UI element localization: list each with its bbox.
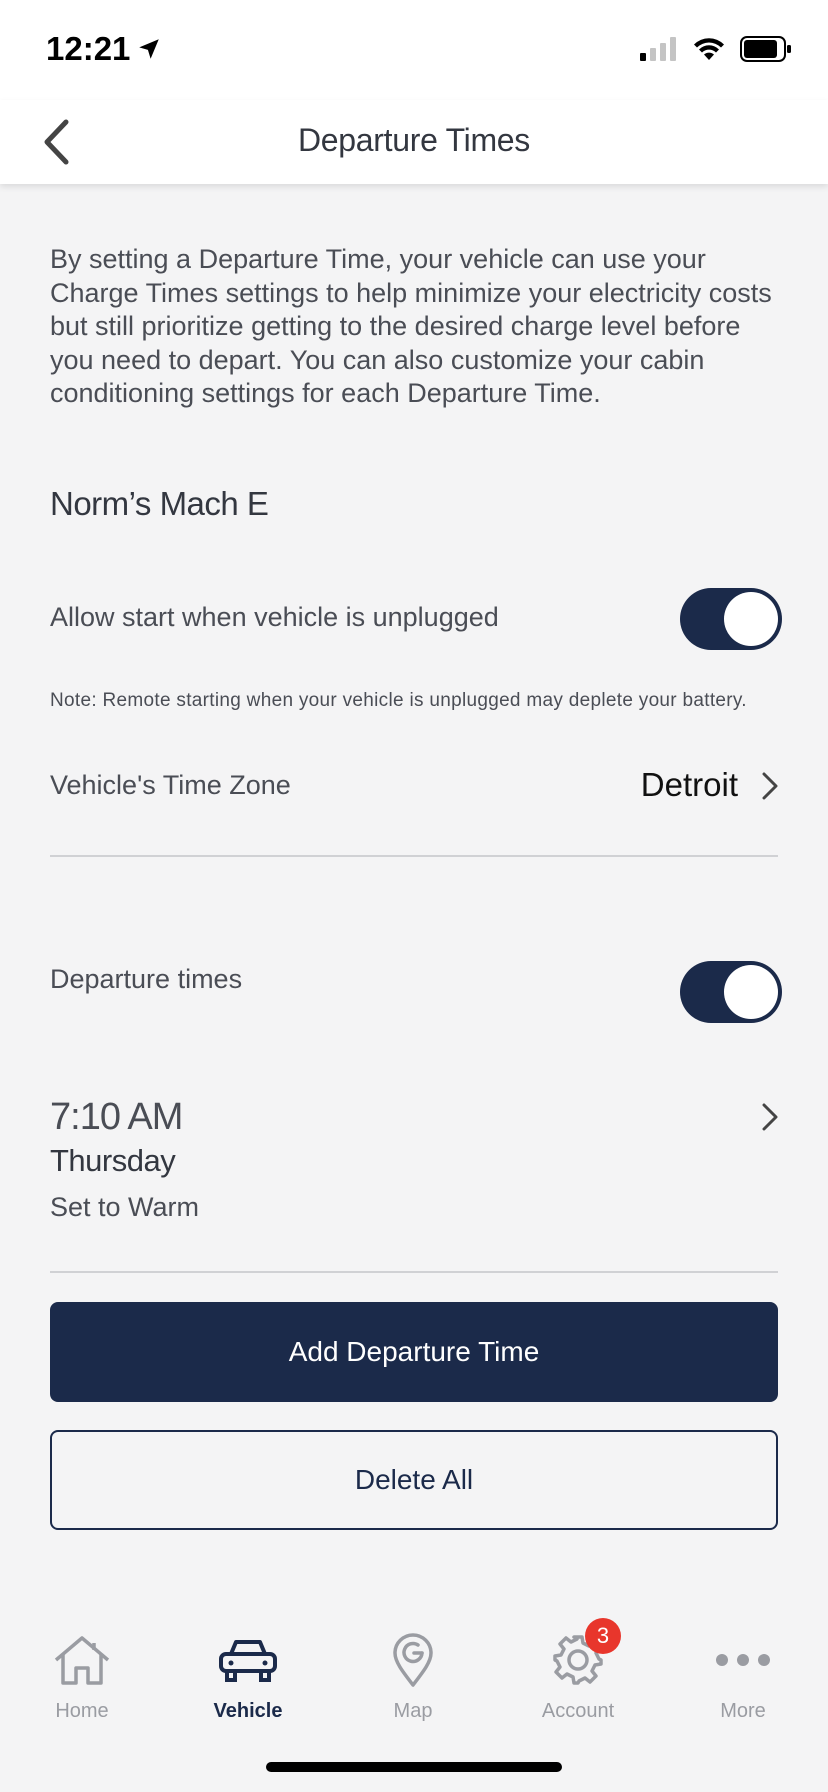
wifi-icon (694, 38, 724, 60)
time-zone-value: Detroit (640, 766, 738, 803)
map-pin-icon (378, 1630, 448, 1690)
chevron-right-icon (762, 1103, 778, 1131)
car-icon (213, 1630, 283, 1690)
departure-mode: Set to Warm (50, 1192, 200, 1222)
departure-day: Thursday (50, 1143, 176, 1178)
more-dots-icon (708, 1630, 778, 1690)
tab-account[interactable]: 3 Account (508, 1618, 648, 1723)
home-icon (47, 1630, 117, 1690)
location-arrow-icon (139, 39, 160, 59)
status-time: 12:21 (46, 30, 162, 68)
tab-label: Vehicle (213, 1700, 283, 1722)
page-title: Departure Times (297, 122, 531, 158)
tab-label: Account (541, 1700, 615, 1722)
toggle-knob (724, 965, 778, 1019)
departure-times-label: Departure times (50, 964, 243, 994)
chevron-right-icon (762, 772, 778, 800)
tab-label: Home (55, 1700, 109, 1722)
home-indicator[interactable] (266, 1762, 562, 1772)
tab-label: Map (393, 1700, 433, 1722)
time-zone-label: Vehicle's Time Zone (50, 770, 291, 800)
clock-text: 12:21 (46, 30, 131, 67)
tab-home[interactable]: Home (12, 1630, 152, 1723)
status-bar: 12:21 (0, 0, 828, 100)
delete-all-button[interactable]: Delete All (50, 1430, 778, 1530)
divider (50, 855, 778, 857)
unplugged-toggle[interactable] (680, 588, 782, 650)
tab-vehicle[interactable]: Vehicle (178, 1630, 318, 1723)
departure-times-toggle[interactable] (680, 961, 782, 1023)
navigation-bar: Departure Times (0, 100, 828, 184)
unplugged-note: Note: Remote starting when your vehicle … (50, 690, 747, 711)
notification-badge: 3 (585, 1618, 621, 1654)
divider (50, 1271, 778, 1273)
unplugged-label: Allow start when vehicle is unplugged (50, 602, 499, 632)
toggle-knob (724, 592, 778, 646)
tab-label: More (720, 1700, 766, 1722)
add-departure-time-button[interactable]: Add Departure Time (50, 1302, 778, 1402)
tab-more[interactable]: More (673, 1630, 813, 1723)
gear-icon: 3 (543, 1618, 621, 1690)
intro-text: By setting a Departure Time, your vehicl… (50, 244, 772, 409)
battery-icon (740, 36, 791, 62)
vehicle-name: Norm’s Mach E (50, 485, 269, 522)
status-indicators (640, 36, 792, 62)
departure-time: 7:10 AM (50, 1096, 183, 1138)
tab-map[interactable]: Map (343, 1630, 483, 1723)
signal-icon (640, 37, 676, 61)
